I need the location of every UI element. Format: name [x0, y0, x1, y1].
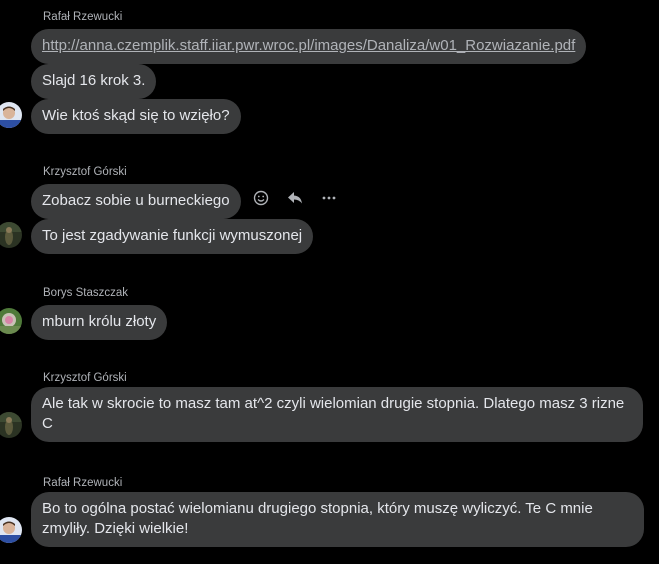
more-options-button[interactable]	[318, 187, 340, 209]
profile-photo-icon	[0, 102, 22, 128]
profile-photo-icon	[0, 517, 22, 543]
more-dots-icon	[322, 196, 336, 200]
message-bubble[interactable]: Slajd 16 krok 3.	[31, 64, 157, 99]
message-hover-actions	[250, 187, 352, 209]
reply-button[interactable]	[284, 187, 306, 209]
avatar-rafal-rzewucki[interactable]	[0, 102, 22, 128]
message-bubble[interactable]: Zobacz sobie u burneckiego	[31, 184, 241, 219]
react-button[interactable]	[250, 187, 272, 209]
message-bubble[interactable]: Ale tak w skrocie to masz tam at^2 czyli…	[31, 387, 643, 442]
avatar-rafal-rzewucki[interactable]	[0, 517, 22, 543]
avatar-krzysztof-gorski[interactable]	[0, 222, 22, 248]
profile-photo-icon	[0, 308, 22, 334]
smiley-face-icon	[253, 190, 269, 206]
message-bubble[interactable]: Bo to ogólna postać wielomianu drugiego …	[31, 492, 644, 547]
sender-name: Rafał Rzewucki	[43, 11, 123, 23]
message-bubble[interactable]: Wie ktoś skąd się to wzięło?	[31, 99, 241, 134]
avatar-krzysztof-gorski[interactable]	[0, 412, 22, 438]
message-link[interactable]: http://anna.czemplik.staff.iiar.pwr.wroc…	[31, 29, 587, 64]
profile-photo-icon	[0, 412, 22, 438]
sender-name: Borys Staszczak	[43, 287, 128, 299]
message-bubble[interactable]: To jest zgadywanie funkcji wymuszonej	[31, 219, 314, 254]
avatar-borys-staszczak[interactable]	[0, 308, 22, 334]
sender-name: Krzysztof Górski	[43, 166, 127, 178]
reply-arrow-icon	[288, 192, 302, 204]
message-bubble[interactable]: mburn królu złoty	[31, 305, 168, 340]
profile-photo-icon	[0, 222, 22, 248]
sender-name: Krzysztof Górski	[43, 372, 127, 384]
sender-name: Rafał Rzewucki	[43, 477, 123, 489]
